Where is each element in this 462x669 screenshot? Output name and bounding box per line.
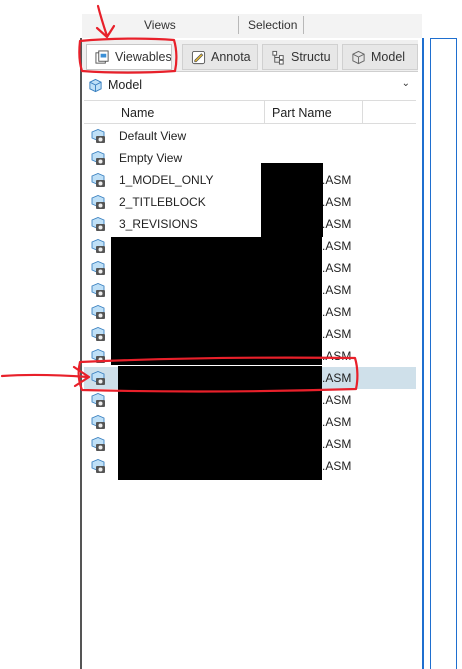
part-name: .ASM xyxy=(322,327,352,341)
panel-left-border xyxy=(80,38,82,669)
model-dropdown[interactable]: Model ⌄ xyxy=(84,75,416,95)
list-item[interactable]: 3_REVISIONS .ASM xyxy=(84,213,416,235)
ribbon-selection-group[interactable]: Selection xyxy=(248,18,297,32)
camera-view-icon xyxy=(91,173,105,187)
camera-view-icon xyxy=(91,151,105,165)
tab-label: Annota xyxy=(211,50,251,64)
panel-border xyxy=(422,38,424,669)
viewables-icon xyxy=(95,49,109,64)
camera-view-icon xyxy=(91,261,105,275)
camera-view-icon xyxy=(91,239,105,253)
part-name: .ASM xyxy=(322,393,352,407)
ribbon-views-group[interactable]: Views xyxy=(144,18,176,32)
tab-model[interactable]: Model xyxy=(342,44,418,70)
panel-border xyxy=(431,38,456,39)
model-cube-icon xyxy=(89,78,102,92)
camera-view-icon xyxy=(91,217,105,231)
redaction-box xyxy=(261,163,323,237)
camera-view-icon xyxy=(91,393,105,407)
part-name: .ASM xyxy=(322,173,352,187)
ribbon-separator xyxy=(238,16,239,34)
list-item[interactable]: 1_MODEL_ONLY .ASM xyxy=(84,169,416,191)
model-dropdown-value: Model xyxy=(108,78,143,92)
list-item[interactable]: Empty View xyxy=(84,147,416,169)
part-name: .ASM xyxy=(322,415,352,429)
part-name: .ASM xyxy=(322,239,352,253)
camera-view-icon xyxy=(91,305,105,319)
camera-view-icon xyxy=(91,327,105,341)
redaction-box xyxy=(118,388,322,480)
part-name: .ASM xyxy=(322,349,352,363)
camera-view-icon xyxy=(91,459,105,473)
view-name: 2_TITLEBLOCK xyxy=(119,195,206,209)
part-name: .ASM xyxy=(322,459,352,473)
part-name: .ASM xyxy=(322,305,352,319)
part-name: .ASM xyxy=(322,371,352,385)
camera-view-icon xyxy=(91,415,105,429)
camera-view-icon xyxy=(91,129,105,143)
annotations-icon xyxy=(191,50,206,64)
tab-structure[interactable]: Structu xyxy=(262,44,338,70)
part-name: .ASM xyxy=(322,261,352,275)
column-header-name[interactable]: Name xyxy=(121,106,154,120)
view-name: 1_MODEL_ONLY xyxy=(119,173,214,187)
column-divider[interactable] xyxy=(362,101,363,124)
part-name: .ASM xyxy=(322,217,352,231)
camera-view-icon xyxy=(91,283,105,297)
tab-label: Model xyxy=(371,50,406,64)
camera-view-icon xyxy=(91,349,105,363)
panel-border xyxy=(430,38,431,669)
camera-view-icon xyxy=(91,371,105,385)
column-divider[interactable] xyxy=(264,101,265,124)
tab-label: Viewables xyxy=(115,50,172,64)
model-cube-icon xyxy=(352,50,365,64)
column-header-part-name[interactable]: Part Name xyxy=(272,106,332,120)
part-name: .ASM xyxy=(322,283,352,297)
list-item[interactable]: Default View xyxy=(84,125,416,147)
tab-label: Structu xyxy=(291,50,331,64)
view-name: Empty View xyxy=(119,151,183,165)
camera-view-icon xyxy=(91,195,105,209)
annotation-arrow-right xyxy=(0,373,90,379)
view-name: Default View xyxy=(119,129,187,143)
tab-viewables[interactable]: Viewables xyxy=(86,44,172,70)
part-name: .ASM xyxy=(322,437,352,451)
view-name: 3_REVISIONS xyxy=(119,217,198,231)
redaction-box xyxy=(111,237,322,365)
ribbon-separator xyxy=(303,16,304,34)
list-item[interactable]: 2_TITLEBLOCK .ASM xyxy=(84,191,416,213)
tab-annotations[interactable]: Annota xyxy=(182,44,258,70)
part-name: .ASM xyxy=(322,195,352,209)
panel-border xyxy=(456,38,457,669)
chevron-down-icon[interactable]: ⌄ xyxy=(402,78,410,89)
redaction-box xyxy=(118,366,322,390)
viewables-panel-window: Views Selection Viewables Annota Structu xyxy=(0,0,462,669)
list-column-header: Name Part Name xyxy=(84,100,416,124)
structure-icon xyxy=(272,50,284,65)
camera-view-icon xyxy=(91,437,105,451)
